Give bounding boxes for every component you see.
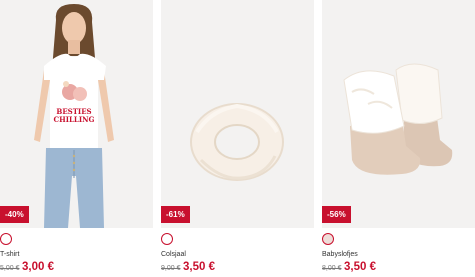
color-swatch[interactable] (0, 233, 12, 245)
discount-badge: -56% (322, 206, 351, 223)
product-image-babyslofjes[interactable]: -56% (322, 0, 475, 228)
product-name[interactable]: T-shirt (0, 251, 19, 258)
discount-badge: -40% (0, 206, 29, 223)
product-card-tshirt[interactable]: BESTIES CHILLING -40% T-shirt 5,00 € 3,0… (0, 0, 153, 277)
product-card-babyslofjes[interactable]: -56% Babyslofjes 8,00 € 3,50 € (322, 0, 475, 277)
product-image-tshirt[interactable]: BESTIES CHILLING -40% (0, 0, 153, 228)
color-swatch[interactable] (322, 233, 334, 245)
product-card-colsjaal[interactable]: -61% Colsjaal 9,00 € 3,50 € (161, 0, 314, 277)
color-swatch[interactable] (161, 233, 173, 245)
old-price: 8,00 € (322, 265, 342, 272)
product-name[interactable]: Babyslofjes (322, 251, 358, 258)
sale-price: 3,50 € (183, 261, 215, 273)
shirt-print-line-2: CHILLING (54, 115, 95, 124)
sale-price: 3,00 € (22, 261, 54, 273)
discount-badge: -61% (161, 206, 190, 223)
product-name[interactable]: Colsjaal (161, 251, 186, 258)
product-image-colsjaal[interactable]: -61% (161, 0, 314, 228)
sale-price: 3,50 € (344, 261, 376, 273)
old-price: 5,00 € (0, 265, 20, 272)
old-price: 9,00 € (161, 265, 181, 272)
